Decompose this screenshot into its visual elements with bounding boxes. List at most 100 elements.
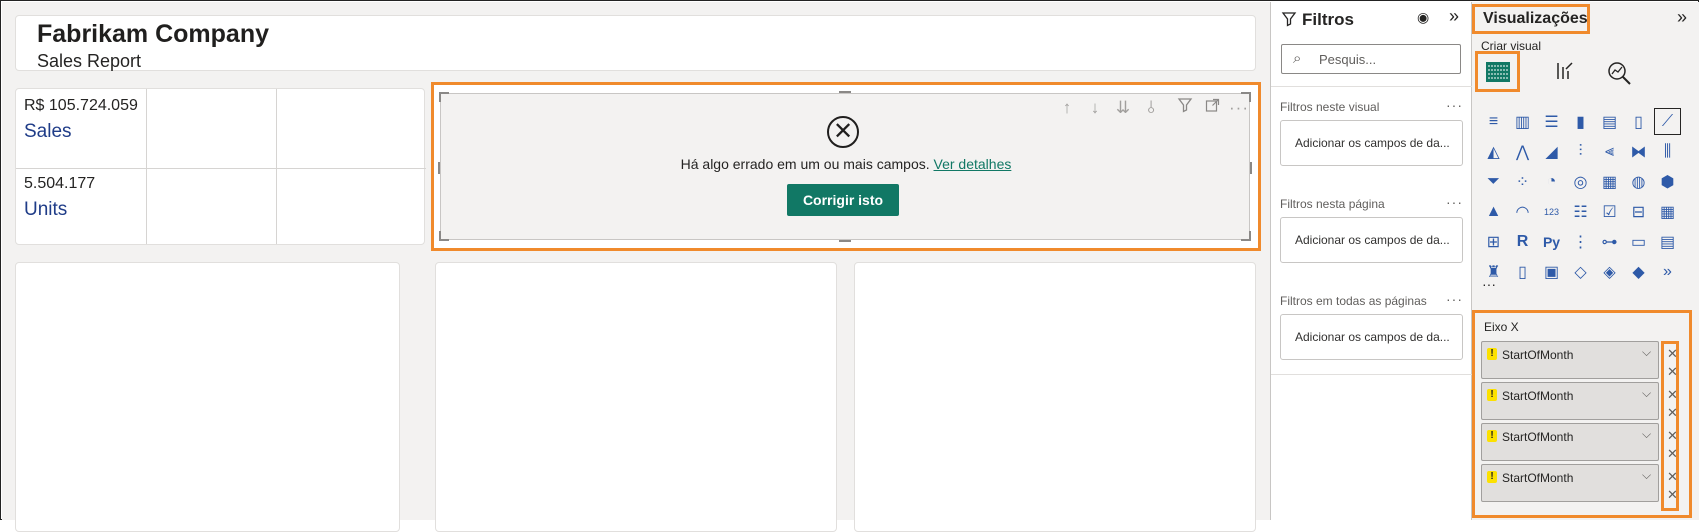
- remove-field-icon[interactable]: ✕: [1667, 428, 1678, 444]
- focus-mode-icon[interactable]: [1201, 97, 1223, 119]
- slicer-icon[interactable]: ⊟: [1625, 198, 1652, 225]
- resize-corner[interactable]: [439, 231, 449, 241]
- filled-map-icon[interactable]: ⬢: [1654, 168, 1681, 195]
- collapse-viz-icon[interactable]: »: [1677, 7, 1687, 28]
- arrow-up-icon[interactable]: ↑: [1056, 97, 1078, 119]
- filter-well-visual[interactable]: Adicionar os campos de da...: [1280, 120, 1463, 166]
- resize-handle[interactable]: [839, 91, 851, 93]
- chevron-down-icon[interactable]: ⌵: [1642, 386, 1651, 401]
- field-pill[interactable]: ! StartOfMonth ⌵: [1481, 341, 1659, 379]
- empty-visual[interactable]: [435, 262, 837, 532]
- metrics-icon[interactable]: ▣: [1538, 258, 1565, 285]
- filters-pane: Filtros ◉ » ⌕ Pesquis... Filtros neste v…: [1270, 2, 1473, 520]
- matrix-icon[interactable]: ⊞: [1480, 228, 1507, 255]
- see-details-link[interactable]: Ver detalhes: [934, 156, 1012, 172]
- title-card[interactable]: Fabrikam Company Sales Report: [15, 15, 1256, 71]
- warning-icon: !: [1487, 430, 1497, 442]
- remove-field-icon[interactable]: ✕: [1667, 469, 1678, 485]
- line-clustered-icon[interactable]: ⫷: [1596, 138, 1623, 165]
- r-visual-icon[interactable]: R: [1509, 228, 1536, 255]
- close-icon[interactable]: ✕: [1667, 364, 1678, 380]
- more-options-icon[interactable]: ···: [1228, 97, 1250, 119]
- more-options-icon[interactable]: ···: [1446, 97, 1463, 113]
- funnel-icon[interactable]: ⏷: [1480, 168, 1507, 195]
- smart-narrative-icon[interactable]: ▤: [1654, 228, 1681, 255]
- table-icon[interactable]: ▦: [1654, 198, 1681, 225]
- filter-well-all-pages[interactable]: Adicionar os campos de da...: [1280, 314, 1463, 360]
- clustered-column-icon[interactable]: ▮: [1567, 108, 1594, 135]
- clustered-bar-icon[interactable]: ☰: [1538, 108, 1565, 135]
- chevron-down-icon[interactable]: ⌵: [1642, 427, 1651, 442]
- decomposition-tree-icon[interactable]: ⊶: [1596, 228, 1623, 255]
- fix-this-button[interactable]: Corrigir isto: [787, 184, 899, 216]
- waterfall-icon[interactable]: ⫼: [1654, 138, 1681, 165]
- resize-corner[interactable]: [439, 92, 449, 102]
- power-automate-icon[interactable]: ◈: [1596, 258, 1623, 285]
- kpi-card[interactable]: R$ 105.724.059 Sales 5.504.177 Units: [15, 88, 426, 245]
- qa-icon[interactable]: ▭: [1625, 228, 1652, 255]
- resize-corner[interactable]: [1241, 231, 1251, 241]
- diamond-icon[interactable]: ◆: [1625, 258, 1652, 285]
- arrow-down-icon[interactable]: ↓: [1084, 97, 1106, 119]
- more-options-icon[interactable]: ···: [1446, 291, 1463, 307]
- resize-handle[interactable]: [438, 162, 440, 174]
- line-column-icon[interactable]: ⫶: [1567, 138, 1594, 165]
- error-icon: ✕: [827, 116, 859, 148]
- filter-icon[interactable]: [1174, 97, 1196, 119]
- resize-handle[interactable]: [839, 240, 851, 242]
- expand-hierarchy-icon[interactable]: ⫰: [1140, 97, 1162, 119]
- stacked-area-icon[interactable]: ⋀: [1509, 138, 1536, 165]
- ribbon-chart-icon[interactable]: ⧓: [1625, 138, 1652, 165]
- kpi-icon[interactable]: ☑: [1596, 198, 1623, 225]
- remove-field-highlight: ✕ ✕ ✕ ✕ ✕ ✕ ✕ ✕: [1661, 341, 1679, 511]
- remove-field-icon[interactable]: ✕: [1667, 346, 1678, 362]
- empty-visual[interactable]: [854, 262, 1256, 532]
- kpi-divider: [146, 89, 147, 244]
- collapse-filters-icon[interactable]: »: [1449, 6, 1459, 27]
- line-chart-icon[interactable]: ⟋: [1654, 108, 1681, 135]
- double-arrow-down-icon[interactable]: ⇊: [1112, 97, 1134, 119]
- kpi-label-units: Units: [24, 199, 68, 220]
- donut-chart-icon[interactable]: ◎: [1567, 168, 1594, 195]
- stacked-bar-icon[interactable]: ≡: [1480, 108, 1507, 135]
- filter-search-input[interactable]: ⌕ Pesquis...: [1281, 44, 1461, 74]
- card-icon[interactable]: 123: [1538, 198, 1565, 225]
- gauge-icon[interactable]: ◠: [1509, 198, 1536, 225]
- filter-well-page[interactable]: Adicionar os campos de da...: [1280, 217, 1463, 263]
- more-visuals-icon[interactable]: ···: [1482, 276, 1496, 292]
- more-options-icon[interactable]: ···: [1446, 194, 1463, 210]
- remove-field-icon[interactable]: ✕: [1667, 387, 1678, 403]
- chevron-down-icon[interactable]: ⌵: [1642, 345, 1651, 360]
- python-visual-icon[interactable]: Py: [1538, 228, 1565, 255]
- field-pill[interactable]: ! StartOfMonth ⌵: [1481, 382, 1659, 420]
- close-icon[interactable]: ✕: [1667, 405, 1678, 421]
- map-icon[interactable]: ◍: [1625, 168, 1652, 195]
- error-visual[interactable]: ↑ ↓ ⇊ ⫰ ··· Há algo errado em um ou mais…: [438, 91, 1252, 242]
- scatter-icon[interactable]: ⁘: [1509, 168, 1536, 195]
- 100-bar-icon[interactable]: ▤: [1596, 108, 1623, 135]
- field-pill[interactable]: ! StartOfMonth ⌵: [1481, 423, 1659, 461]
- power-apps-icon[interactable]: ◇: [1567, 258, 1594, 285]
- kpi-value-sales: R$ 105.724.059: [24, 97, 138, 114]
- multi-row-card-icon[interactable]: ☷: [1567, 198, 1594, 225]
- area-chart-icon[interactable]: ◭: [1480, 138, 1507, 165]
- treemap-icon[interactable]: ▦: [1596, 168, 1623, 195]
- paginated-report-icon[interactable]: ▯: [1509, 258, 1536, 285]
- empty-visual[interactable]: [15, 262, 400, 532]
- azure-map-icon[interactable]: ▲: [1480, 198, 1507, 225]
- chevron-down-icon[interactable]: ⌵: [1642, 468, 1651, 483]
- build-visual-tab[interactable]: [1475, 51, 1520, 92]
- pie-chart-icon[interactable]: ◔: [1538, 168, 1565, 195]
- chevron-right-icon[interactable]: »: [1654, 258, 1681, 285]
- field-pill[interactable]: ! StartOfMonth ⌵: [1481, 464, 1659, 502]
- app-frame: Fabrikam Company Sales Report R$ 105.724…: [0, 0, 1699, 532]
- eye-icon[interactable]: ◉: [1417, 9, 1429, 26]
- close-icon[interactable]: ✕: [1667, 487, 1678, 503]
- stacked-column-icon[interactable]: ▥: [1509, 108, 1536, 135]
- 100-area-icon[interactable]: ◢: [1538, 138, 1565, 165]
- close-icon[interactable]: ✕: [1667, 446, 1678, 462]
- 100-column-icon[interactable]: ▯: [1625, 108, 1652, 135]
- key-influencers-icon[interactable]: ⋮: [1567, 228, 1594, 255]
- format-visual-icon[interactable]: [1552, 61, 1574, 90]
- analytics-icon[interactable]: [1607, 61, 1633, 90]
